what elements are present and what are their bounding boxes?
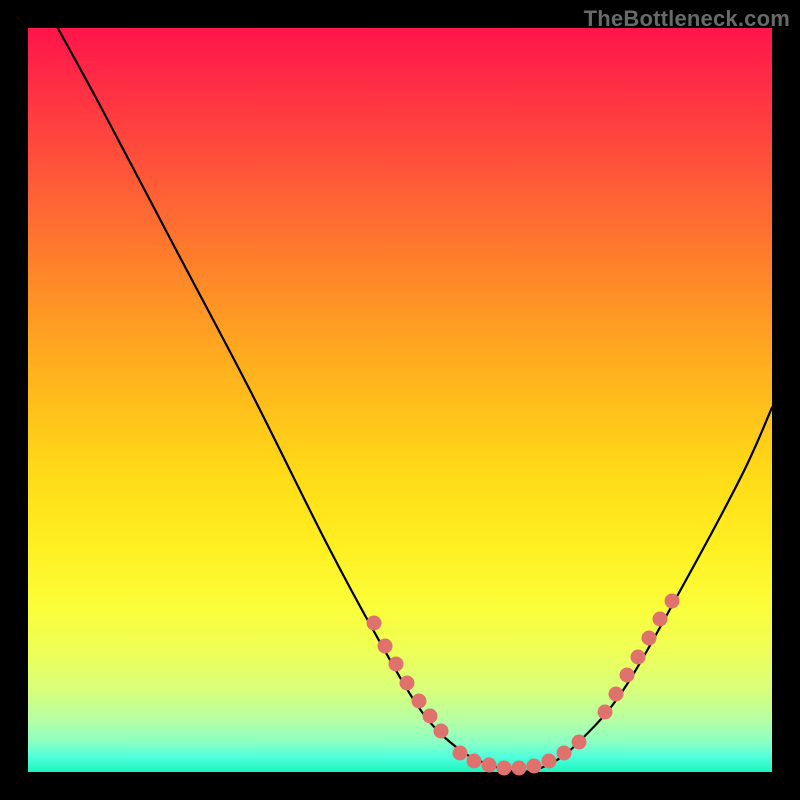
data-point (467, 753, 482, 768)
data-point (422, 709, 437, 724)
data-point (411, 694, 426, 709)
data-point (608, 686, 623, 701)
data-point (571, 735, 586, 750)
watermark-text: TheBottleneck.com (584, 6, 790, 32)
data-point (366, 616, 381, 631)
data-point (541, 753, 556, 768)
plot-area (28, 28, 772, 772)
data-point (512, 761, 527, 776)
data-point (400, 675, 415, 690)
data-point (389, 657, 404, 672)
data-point (433, 724, 448, 739)
data-point (482, 757, 497, 772)
data-point (664, 593, 679, 608)
data-point (556, 746, 571, 761)
bottleneck-curve (58, 28, 772, 772)
data-point (526, 759, 541, 774)
chart-container: TheBottleneck.com (0, 0, 800, 800)
data-point (642, 631, 657, 646)
data-point (597, 705, 612, 720)
curve-layer (28, 28, 772, 772)
data-point (653, 612, 668, 627)
data-point (619, 668, 634, 683)
data-point (378, 638, 393, 653)
data-point (497, 761, 512, 776)
data-point (631, 649, 646, 664)
data-point (452, 746, 467, 761)
